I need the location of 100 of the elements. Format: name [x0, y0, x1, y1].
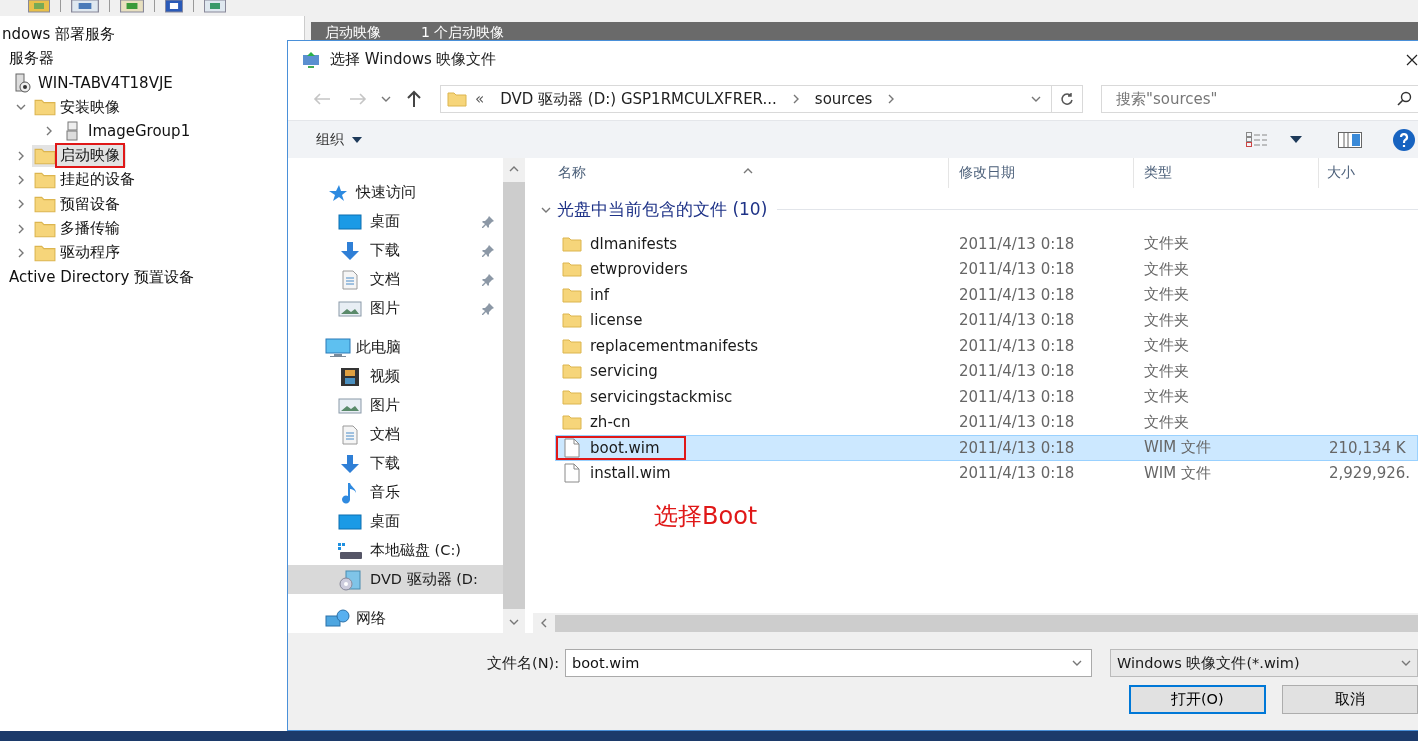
- preview-pane-icon[interactable]: [1338, 131, 1362, 148]
- expand-chevron-icon[interactable]: [16, 174, 26, 185]
- overflow-mark[interactable]: «: [475, 90, 485, 108]
- nav-item[interactable]: 下载: [288, 449, 503, 478]
- panel-title: 启动映像: [325, 24, 381, 42]
- pin-icon[interactable]: [481, 272, 495, 287]
- view-dropdown-icon[interactable]: [1290, 136, 1302, 143]
- tree-item[interactable]: 挂起的设备: [32, 168, 141, 191]
- close-icon[interactable]: [1406, 53, 1418, 66]
- tree-item[interactable]: ImageGroup1: [60, 120, 197, 143]
- file-type-dropdown[interactable]: Windows 映像文件(*.wim): [1110, 649, 1418, 677]
- modified-date: 2011/4/13 0:18: [958, 413, 1076, 432]
- nav-item[interactable]: 网络: [288, 604, 503, 633]
- scroll-up-icon[interactable]: [509, 164, 519, 174]
- disc-drive-icon: [338, 568, 362, 591]
- expand-chevron-icon[interactable]: [16, 199, 26, 210]
- image-group-icon: [65, 121, 81, 142]
- tree-item[interactable]: 多播传输: [32, 217, 126, 240]
- dropdown-icon[interactable]: [1031, 94, 1041, 104]
- file-name: dlmanifests: [590, 234, 678, 253]
- horizontal-scrollbar[interactable]: [533, 613, 1418, 633]
- file-name-field[interactable]: boot.wim: [565, 649, 1093, 677]
- toolbar-icon[interactable]: [71, 0, 99, 13]
- folder-icon: [562, 337, 582, 354]
- folder-icon: [562, 286, 582, 303]
- column-header[interactable]: 大小: [1318, 158, 1418, 188]
- tree-item[interactable]: 安装映像: [32, 96, 126, 119]
- file-row[interactable]: servicing 2011/4/13 0:18 文件夹: [555, 358, 1418, 384]
- nav-item[interactable]: 下载: [288, 236, 503, 265]
- nav-item[interactable]: 视频: [288, 362, 503, 391]
- file-name: boot.wim: [590, 438, 660, 457]
- toolbar-icon[interactable]: [120, 0, 144, 13]
- view-options-icon[interactable]: [1246, 131, 1268, 148]
- file-row[interactable]: install.wim 2011/4/13 0:18 WIM 文件 2,929,926.: [555, 460, 1418, 486]
- toolbar-icon[interactable]: [165, 0, 183, 13]
- file-row[interactable]: dlmanifests 2011/4/13 0:18 文件夹: [555, 231, 1418, 257]
- expand-chevron-icon[interactable]: [44, 126, 54, 137]
- address-bar[interactable]: « DVD 驱动器 (D:) GSP1RMCULXFRER... sources: [440, 85, 1083, 113]
- modified-date: 2011/4/13 0:18: [958, 362, 1076, 381]
- nav-item[interactable]: 文档: [288, 265, 503, 294]
- breadcrumb[interactable]: DVD 驱动器 (D:) GSP1RMCULXFRER...: [494, 89, 783, 109]
- tree-item[interactable]: WIN-TABV4T18VJE: [10, 71, 179, 94]
- pin-icon[interactable]: [481, 301, 495, 316]
- tree-item[interactable]: Active Directory 预置设备: [7, 266, 201, 289]
- dropdown-icon[interactable]: [1072, 658, 1083, 668]
- file-row[interactable]: inf 2011/4/13 0:18 文件夹: [555, 282, 1418, 308]
- scroll-down-icon[interactable]: [509, 617, 519, 627]
- column-header[interactable]: 修改日期: [948, 158, 1133, 188]
- tree-item[interactable]: 服务器: [7, 47, 60, 70]
- nav-item[interactable]: DVD 驱动器 (D:: [288, 565, 503, 594]
- nav-item[interactable]: 桌面: [288, 207, 503, 236]
- file-size: 2,929,926.: [1328, 464, 1411, 483]
- column-header[interactable]: 名称: [527, 158, 948, 188]
- column-header[interactable]: 类型: [1133, 158, 1318, 188]
- dropdown-caret-icon[interactable]: [352, 136, 362, 143]
- dialog-button[interactable]: 打开(O): [1129, 685, 1266, 714]
- nav-item[interactable]: 图片: [288, 391, 503, 420]
- file-row[interactable]: replacementmanifests 2011/4/13 0:18 文件夹: [555, 333, 1418, 359]
- toolbar-icon[interactable]: [204, 0, 226, 13]
- expand-chevron-icon[interactable]: [16, 247, 26, 258]
- search-field[interactable]: 搜索"sources": [1101, 85, 1418, 113]
- nav-item[interactable]: 快速访问: [288, 178, 503, 207]
- nav-item[interactable]: 音乐: [288, 478, 503, 507]
- file-name: license: [590, 311, 643, 330]
- nav-item[interactable]: 本地磁盘 (C:): [288, 536, 503, 565]
- expand-chevron-icon[interactable]: [16, 150, 26, 161]
- up-arrow-icon[interactable]: [406, 90, 422, 108]
- group-header[interactable]: 光盘中当前包含的文件 (10): [527, 188, 1418, 231]
- history-dropdown-icon[interactable]: [381, 94, 391, 104]
- file-name: servicingstackmisc: [590, 387, 733, 406]
- scroll-left-icon[interactable]: [539, 618, 549, 628]
- file-row[interactable]: servicingstackmisc 2011/4/13 0:18 文件夹: [555, 384, 1418, 410]
- help-icon[interactable]: [1392, 127, 1416, 152]
- sort-caret-icon[interactable]: [743, 166, 753, 176]
- breadcrumb[interactable]: sources: [808, 90, 879, 108]
- tree-item[interactable]: ndows 部署服务: [0, 23, 122, 46]
- pin-icon[interactable]: [481, 243, 495, 258]
- file-row[interactable]: etwproviders 2011/4/13 0:18 文件夹: [555, 256, 1418, 282]
- monitor-icon: [325, 337, 351, 358]
- tree-item[interactable]: 驱动程序: [32, 241, 126, 264]
- picture-icon: [338, 397, 362, 414]
- pin-icon[interactable]: [481, 214, 495, 229]
- nav-item[interactable]: 图片: [288, 294, 503, 323]
- dialog-button[interactable]: 取消: [1281, 685, 1418, 714]
- nav-item[interactable]: 桌面: [288, 507, 503, 536]
- file-row[interactable]: license 2011/4/13 0:18 文件夹: [555, 307, 1418, 333]
- nav-item[interactable]: 文档: [288, 420, 503, 449]
- expand-chevron-icon[interactable]: [16, 223, 26, 234]
- vertical-scrollbar[interactable]: [503, 158, 525, 633]
- nav-item[interactable]: 此电脑: [288, 333, 503, 362]
- tree-item[interactable]: 预留设备: [32, 193, 126, 216]
- file-type: 文件夹: [1143, 310, 1190, 330]
- refresh-icon[interactable]: [1060, 92, 1074, 106]
- file-type: WIM 文件: [1143, 463, 1212, 483]
- organize-button[interactable]: 组织: [316, 130, 362, 149]
- search-icon[interactable]: [1396, 91, 1412, 107]
- tree-item[interactable]: 启动映像: [32, 144, 126, 167]
- dropdown-icon[interactable]: [1401, 658, 1411, 668]
- file-row[interactable]: zh-cn 2011/4/13 0:18 文件夹: [555, 409, 1418, 435]
- file-row[interactable]: boot.wim 2011/4/13 0:18 WIM 文件 210,134 K: [555, 435, 1418, 461]
